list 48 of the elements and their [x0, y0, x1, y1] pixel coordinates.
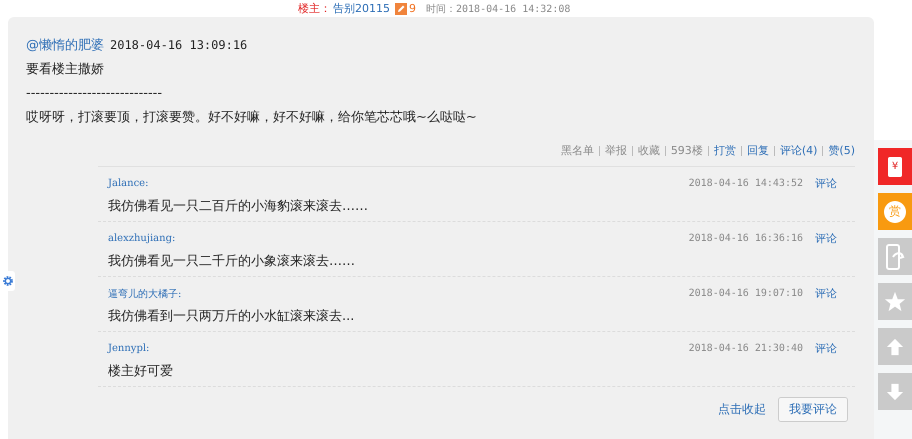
action-link[interactable]: 赞(5)	[828, 143, 855, 158]
owner-label: 楼主：	[298, 1, 331, 16]
comment-link[interactable]: 评论	[815, 231, 837, 246]
reply-date: 2018-04-16 13:09:16	[110, 38, 248, 52]
commenter-name[interactable]: Jalance:	[108, 178, 689, 189]
arrow-up-icon	[886, 338, 904, 356]
comment-text: 我仿佛看见一只二百斤的小海豹滚来滚去……	[108, 198, 369, 215]
action-link[interactable]: 回复	[746, 143, 769, 158]
comment-date: 2018-04-16 21:30:40	[688, 343, 803, 354]
star-icon	[884, 290, 906, 312]
action-link[interactable]: 举报	[604, 143, 627, 158]
comment-date: 2018-04-16 16:36:16	[688, 233, 803, 244]
action-link[interactable]: 收藏	[638, 143, 660, 158]
action-link[interactable]: 黑名单	[560, 143, 594, 158]
up-button[interactable]	[878, 328, 912, 365]
comment-button[interactable]: 我要评论	[778, 397, 848, 422]
commenter-name[interactable]: Jennypl:	[108, 343, 689, 354]
pencil-icon	[395, 2, 407, 14]
comment-text: 楼主好可爱	[108, 363, 174, 380]
author-link[interactable]: @懒惰的肥婆	[26, 36, 104, 54]
star-button[interactable]	[878, 283, 912, 320]
envelope-icon: ¥	[888, 156, 902, 176]
comment-link[interactable]: 评论	[815, 341, 837, 356]
comment-date: 2018-04-16 19:07:10	[688, 288, 803, 299]
reply-text: 要看楼主撒娇	[26, 62, 105, 78]
phone-share-icon	[885, 244, 905, 270]
post-time: 时间：2018-04-16 14:32:08	[426, 2, 570, 16]
reply-text: 哎呀呀，打滚要顶，打滚要赞。好不好嘛，好不好嘛，给你笔芯芯哦~么哒哒~	[26, 110, 478, 126]
collapse-link[interactable]: 点击收起	[718, 401, 766, 418]
arrow-down-icon	[886, 382, 904, 400]
comment-link[interactable]: 评论	[815, 176, 837, 191]
action-link[interactable]: 打赏	[714, 143, 736, 158]
comment-text: 我仿佛看到一只两万斤的小水缸滚来滚去...	[108, 308, 356, 325]
owner-name-link[interactable]: 告别20115	[333, 1, 390, 16]
post-count: 9	[409, 2, 416, 15]
comment-text: 我仿佛看见一只二千斤的小象滚来滚去……	[108, 253, 356, 270]
comment-link[interactable]: 评论	[815, 286, 837, 301]
action-link[interactable]: 评论(4)	[780, 143, 818, 158]
comment-date: 2018-04-16 14:43:52	[688, 178, 803, 189]
settings-icon	[2, 275, 14, 287]
phone-button[interactable]	[878, 238, 912, 275]
coin-icon: 赏	[884, 200, 906, 222]
commenter-name[interactable]: 逼弯儿的大橘子:	[108, 286, 689, 300]
reply-text: -----------------------------	[26, 86, 164, 102]
down-button[interactable]	[878, 373, 912, 410]
redpacket-button[interactable]: ¥	[878, 148, 912, 185]
action-link[interactable]: 593楼	[670, 143, 703, 158]
commenter-name[interactable]: alexzhujiang:	[108, 233, 689, 244]
